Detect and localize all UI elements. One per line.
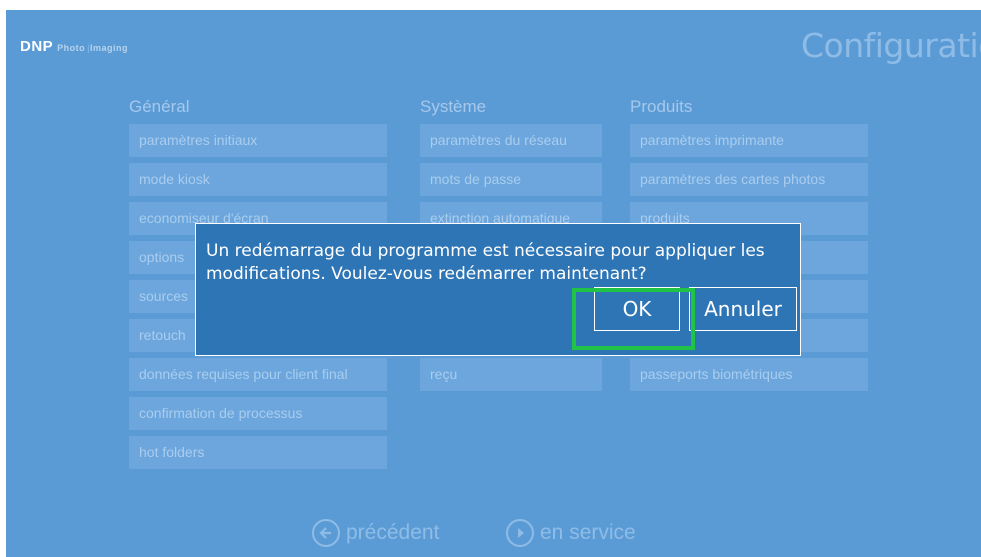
logo-main-text: DNP [20, 38, 54, 55]
ok-button[interactable]: OK [594, 287, 680, 331]
logo-sub-photo: Photo [57, 43, 86, 53]
in-service-button[interactable]: en service [506, 519, 636, 547]
tile-parametres-cartes-photos[interactable]: paramètres des cartes photos [630, 163, 868, 196]
tile-mots-de-passe[interactable]: mots de passe [420, 163, 602, 196]
column-heading-general: Général [129, 97, 190, 116]
in-service-label: en service [540, 521, 636, 544]
dnp-logo: DNP Photo |Imaging [20, 38, 128, 55]
arrow-left-icon [312, 519, 340, 547]
column-heading-produits: Produits [630, 97, 693, 116]
logo-separator: | [87, 43, 91, 53]
tile-confirmation-processus[interactable]: confirmation de processus [129, 397, 387, 430]
dialog-message: Un redémarrage du programme est nécessai… [206, 241, 765, 284]
play-icon [506, 519, 534, 547]
column-heading-systeme: Système [420, 97, 487, 116]
tile-parametres-initiaux[interactable]: paramètres initiaux [129, 124, 387, 157]
back-button[interactable]: précédent [312, 519, 439, 547]
tile-hot-folders[interactable]: hot folders [129, 436, 387, 469]
logo-sub-text: Photo |Imaging [57, 43, 128, 53]
back-label: précédent [346, 521, 440, 544]
tile-donnees-requises[interactable]: données requises pour client final [129, 358, 387, 391]
tile-parametres-reseau[interactable]: paramètres du réseau [420, 124, 602, 157]
app-screen: DNPPhoto|Imaging Configuration Général p… [6, 10, 981, 557]
page-title: Configuration [801, 26, 981, 65]
tile-mode-kiosk[interactable]: mode kiosk [129, 163, 387, 196]
cancel-button[interactable]: Annuler [689, 287, 797, 331]
tile-parametres-imprimante[interactable]: paramètres imprimante [630, 124, 868, 157]
logo-sub-imaging: Imaging [90, 43, 129, 53]
tile-recu[interactable]: reçu [420, 358, 602, 391]
tile-passeports-biometriques[interactable]: passeports biométriques [630, 358, 868, 391]
